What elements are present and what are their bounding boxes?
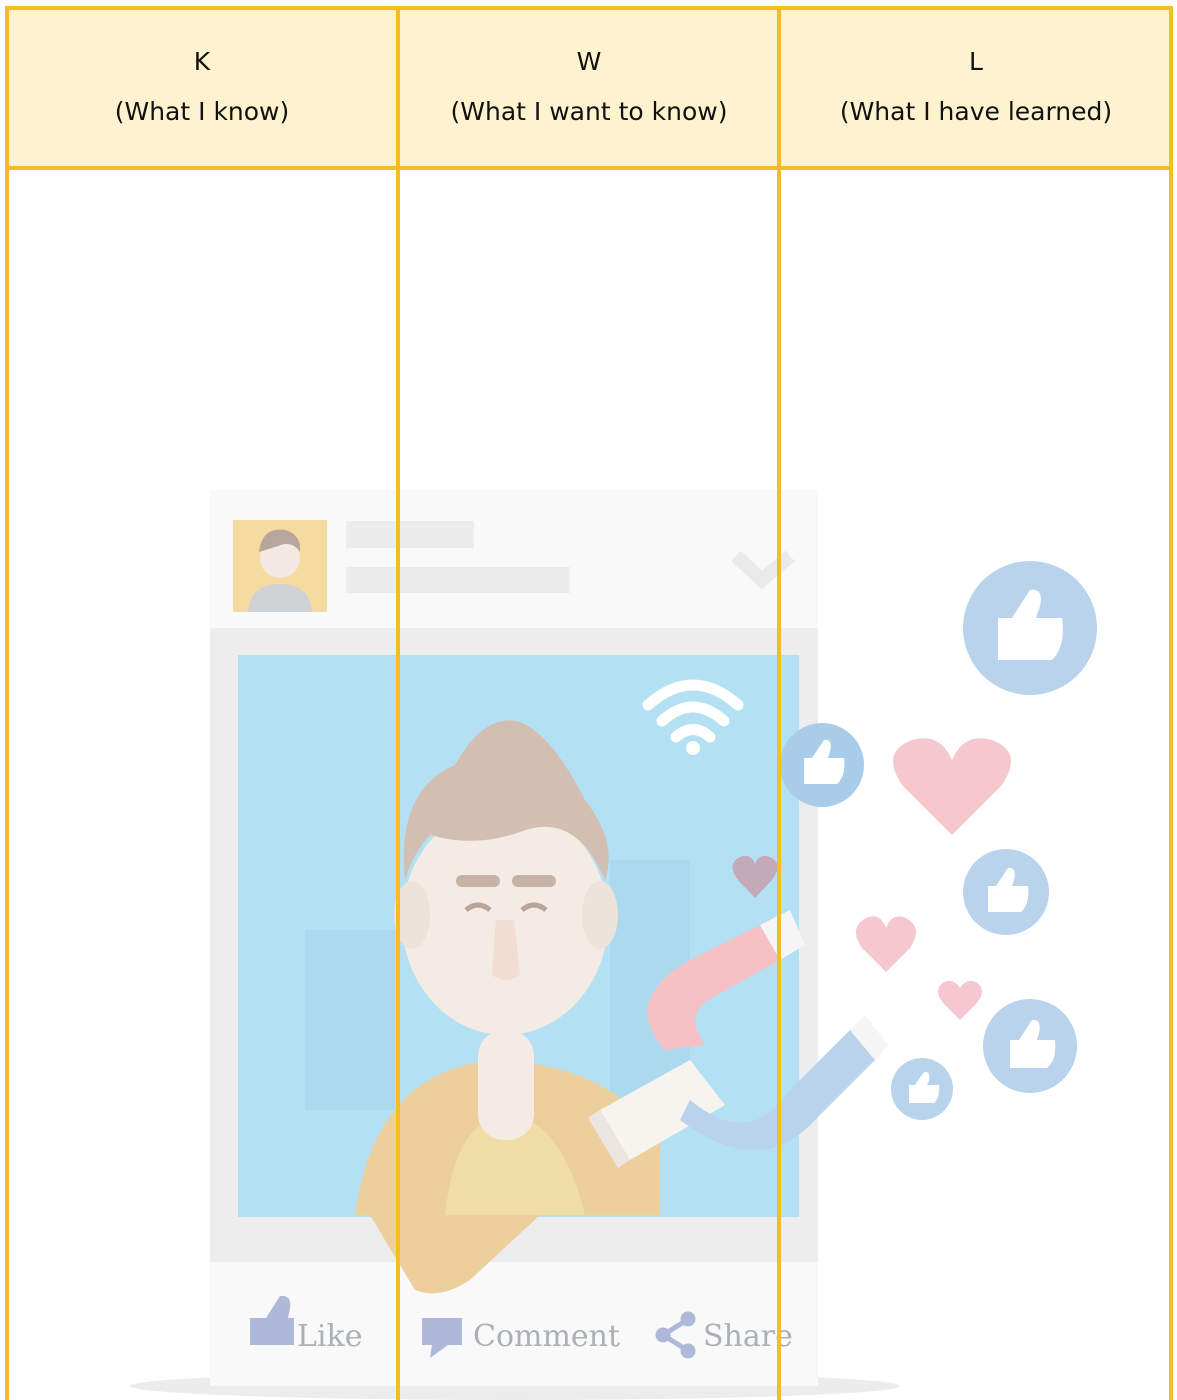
column-divider (396, 6, 400, 1400)
table-border-top (6, 6, 1172, 10)
l-column-header: L (What I have learned) (780, 6, 1172, 168)
k-column-caption: (What I know) (114, 97, 290, 126)
header-divider (6, 166, 1172, 170)
l-column-caption: (What I have learned) (839, 97, 1113, 126)
column-divider (777, 6, 781, 1400)
k-column-header: K (What I know) (6, 6, 398, 168)
w-column-caption: (What I want to know) (450, 97, 728, 126)
table-border-right (1169, 6, 1173, 1400)
k-column-letter: K (193, 47, 211, 76)
w-column-header: W (What I want to know) (398, 6, 780, 168)
table-border-left (5, 6, 9, 1400)
kwl-chart: K (What I know) W (What I want to know) … (0, 0, 1177, 1400)
l-column-letter: L (969, 47, 983, 76)
w-column-letter: W (576, 47, 602, 76)
